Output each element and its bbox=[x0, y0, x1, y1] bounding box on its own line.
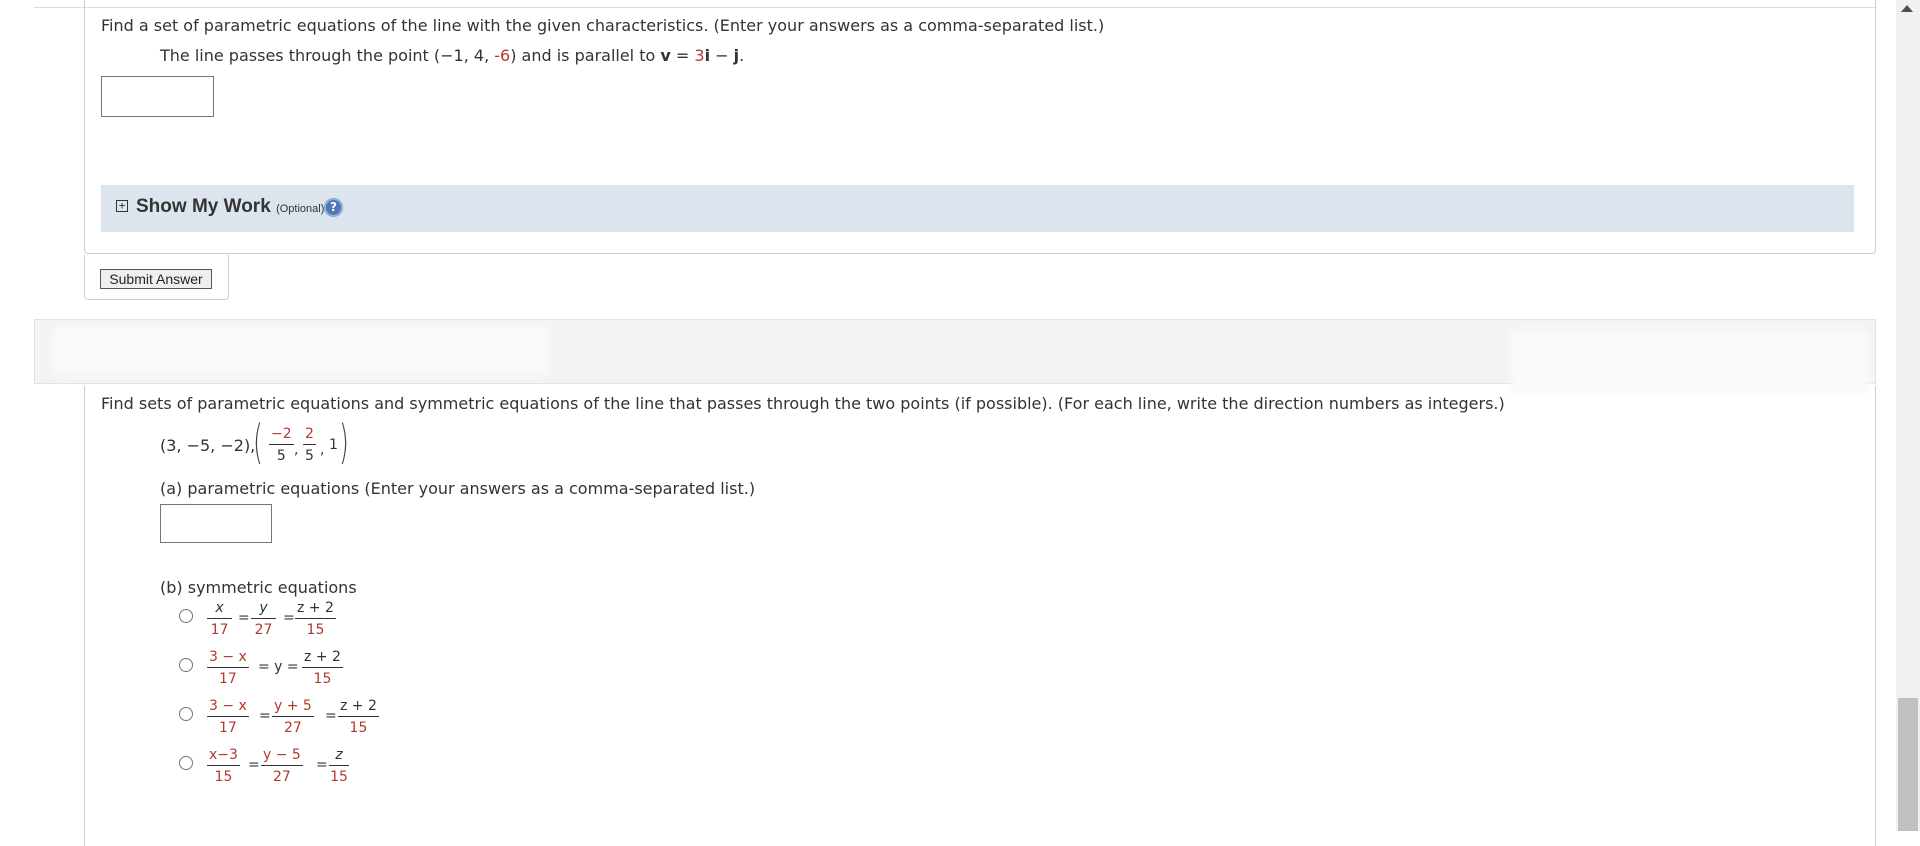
q1-line-mid: ) and is parallel to bbox=[510, 46, 661, 65]
option-1-eq-1: = bbox=[238, 610, 250, 626]
option-3-term-2-den: 27 bbox=[284, 720, 302, 736]
q2-point-2-close-paren: ) bbox=[339, 415, 349, 469]
option-4-eq-2: = bbox=[316, 757, 328, 773]
q1-line-prefix: The line passes through the point ( bbox=[160, 46, 441, 65]
option-3-term-1-den: 17 bbox=[219, 720, 237, 736]
symmetric-option-3[interactable]: 3 − x 17 = y + 5 27 = z + 2 15 bbox=[172, 695, 402, 739]
option-4-term-1-den: 15 bbox=[214, 769, 233, 785]
option-2-term-1-den: 17 bbox=[219, 671, 237, 687]
q2-point-2-x-den: 5 bbox=[276, 448, 286, 464]
option-3-term-2-num: y + 5 bbox=[272, 699, 314, 717]
show-my-work-label: Show My Work bbox=[136, 196, 271, 217]
q2-parametric-input[interactable] bbox=[160, 504, 272, 543]
q2-point-2-comma-1: , bbox=[294, 442, 299, 458]
option-4-term-2: y − 5 27 bbox=[261, 748, 303, 784]
option-1-term-3-num: z + 2 bbox=[295, 601, 336, 619]
option-4-term-1: x−3 15 bbox=[207, 748, 240, 784]
symmetric-option-4[interactable]: x−3 15 = y − 5 27 = z 15 bbox=[172, 744, 402, 788]
option-4-eq-1: = bbox=[248, 757, 260, 773]
option-4-term-2-den: 27 bbox=[273, 769, 291, 785]
option-1-term-1: x 17 bbox=[207, 601, 232, 637]
option-4-radio[interactable] bbox=[179, 756, 193, 770]
option-3-term-3-num: z + 2 bbox=[338, 699, 379, 717]
q2-point-2-x-num: −2 bbox=[269, 427, 294, 445]
q1-point-x: −1 bbox=[440, 46, 464, 65]
symmetric-option-1[interactable]: x 17 = y 27 = z + 2 15 bbox=[172, 597, 402, 641]
q2-point-2-z: 1 bbox=[329, 437, 338, 453]
option-3-term-1: 3 − x 17 bbox=[207, 699, 249, 735]
option-1-term-2-num: y bbox=[251, 601, 276, 619]
option-1-term-2: y 27 bbox=[251, 601, 276, 637]
scrollbar-thumb[interactable] bbox=[1898, 698, 1918, 831]
option-2-term-3: z + 2 15 bbox=[302, 650, 343, 686]
option-4-term-3: z 15 bbox=[329, 748, 349, 784]
toolbar-right-blurred bbox=[1510, 328, 1870, 394]
option-1-eq-2: = bbox=[283, 610, 295, 626]
show-my-work-toggle[interactable]: Show My Work (Optional) bbox=[136, 196, 324, 218]
option-1-term-1-num: x bbox=[207, 601, 232, 619]
q1-vector-eq: = bbox=[670, 46, 695, 65]
option-1-radio[interactable] bbox=[179, 609, 193, 623]
option-4-term-3-den: 15 bbox=[330, 769, 348, 785]
option-3-term-3: z + 2 15 bbox=[338, 699, 379, 735]
option-3-term-2: y + 5 27 bbox=[272, 699, 314, 735]
q2-instruction: Find sets of parametric equations and sy… bbox=[101, 394, 1505, 413]
q2-point-2-y: 2 5 bbox=[303, 427, 316, 463]
option-3-term-3-den: 15 bbox=[349, 720, 368, 736]
option-2-term-1: 3 − x 17 bbox=[207, 650, 249, 686]
q1-answer-input[interactable] bbox=[101, 76, 214, 117]
option-3-term-1-num: 3 − x bbox=[207, 699, 249, 717]
help-icon[interactable]: ? bbox=[324, 198, 343, 217]
q2-point-1: (3, −5, −2), bbox=[160, 436, 256, 455]
option-2-term-1-num: 3 − x bbox=[207, 650, 249, 668]
q1-point-z: -6 bbox=[494, 46, 511, 65]
scroll-up-arrow-icon[interactable] bbox=[1901, 5, 1913, 12]
q2-point-2-y-num: 2 bbox=[303, 427, 316, 445]
q1-vector-name: v bbox=[660, 46, 671, 65]
q1-vector-i-coef: 3 bbox=[694, 46, 705, 65]
q2-point-2-open-paren: ( bbox=[253, 415, 263, 469]
q2-part-a-label: (a) parametric equations (Enter your ans… bbox=[160, 479, 756, 498]
q2-part-b-label: (b) symmetric equations bbox=[160, 578, 357, 597]
q1-point-y: 4 bbox=[473, 46, 485, 65]
option-2-term-3-den: 15 bbox=[313, 671, 332, 687]
option-3-eq-2: = bbox=[325, 708, 337, 724]
option-1-term-3: z + 2 15 bbox=[295, 601, 336, 637]
option-2-radio[interactable] bbox=[179, 658, 193, 672]
option-3-radio[interactable] bbox=[179, 707, 193, 721]
option-2-term-3-num: z + 2 bbox=[302, 650, 343, 668]
symmetric-option-2[interactable]: 3 − x 17 = y = z + 2 15 bbox=[172, 646, 402, 690]
show-my-work-bar[interactable] bbox=[101, 185, 1854, 232]
q1-vector-minus: − bbox=[710, 46, 734, 65]
option-2-middle: = y = bbox=[258, 659, 299, 675]
option-1-term-2-den: 27 bbox=[254, 622, 273, 638]
submit-answer-button[interactable]: Submit Answer bbox=[100, 269, 212, 289]
q1-line-suffix: . bbox=[739, 46, 745, 65]
option-4-term-1-num: x−3 bbox=[207, 748, 240, 766]
q1-line-description: The line passes through the point (−1, 4… bbox=[160, 46, 745, 65]
toolbar-left-blurred bbox=[52, 326, 550, 376]
option-1-term-3-den: 15 bbox=[306, 622, 325, 638]
option-3-eq-1: = bbox=[259, 708, 271, 724]
q2-point-2-x: −2 5 bbox=[269, 427, 294, 463]
q1-instruction: Find a set of parametric equations of th… bbox=[101, 16, 1105, 35]
optional-label: (Optional) bbox=[276, 203, 325, 215]
q2-point-2-comma-2: , bbox=[320, 442, 325, 458]
option-1-term-1-den: 17 bbox=[210, 622, 229, 638]
q2-point-2-y-den: 5 bbox=[305, 448, 314, 464]
option-4-term-2-num: y − 5 bbox=[261, 748, 303, 766]
option-4-term-3-num: z bbox=[329, 748, 349, 766]
expand-plus-icon[interactable]: + bbox=[116, 200, 128, 212]
